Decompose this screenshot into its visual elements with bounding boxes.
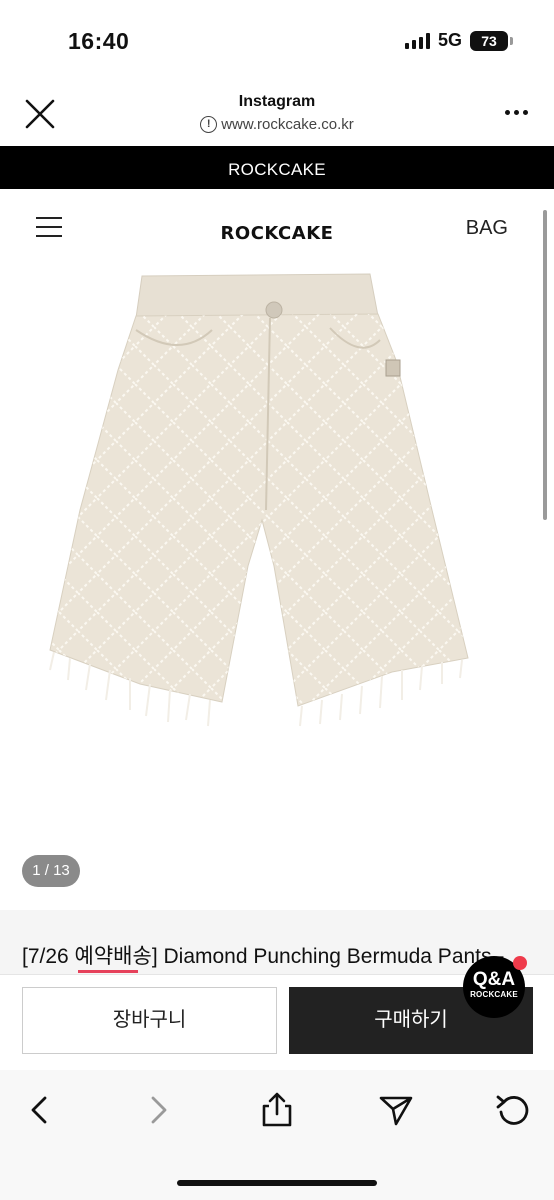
send-icon[interactable]	[376, 1090, 416, 1130]
browser-toolbar	[0, 1070, 554, 1200]
top-banner: ROCKCAKE	[0, 146, 554, 189]
browser-url[interactable]: ! www.rockcake.co.kr	[0, 116, 554, 133]
product-title: [7/26 예약배송] Diamond Punching Bermuda Pan…	[22, 945, 505, 968]
add-to-cart-button[interactable]: 장바구니	[22, 987, 277, 1054]
back-icon[interactable]	[20, 1090, 60, 1130]
bag-link[interactable]: BAG	[466, 217, 508, 240]
status-bar: 16:40 5G 73	[0, 0, 554, 82]
browser-header: Instagram ! www.rockcake.co.kr	[0, 82, 554, 146]
product-image[interactable]	[40, 270, 510, 730]
network-type: 5G	[437, 30, 462, 50]
url-text: www.rockcake.co.kr	[221, 116, 354, 133]
status-indicators: 5G 73	[404, 30, 513, 51]
battery-icon: 73	[470, 30, 513, 51]
signal-icon	[404, 32, 430, 49]
status-time: 16:40	[68, 28, 130, 54]
qa-button[interactable]: Q&A ROCKCAKE	[463, 956, 527, 1018]
home-indicator	[177, 1180, 377, 1186]
image-counter: 1 / 13	[22, 855, 80, 887]
forward-icon[interactable]	[138, 1090, 178, 1130]
more-icon[interactable]	[505, 110, 528, 115]
title-accent-underline	[78, 970, 138, 973]
browser-title: Instagram	[238, 93, 316, 110]
notification-dot	[513, 956, 527, 970]
qa-sublabel: ROCKCAKE	[470, 990, 518, 999]
share-icon[interactable]	[257, 1090, 297, 1130]
scrollbar[interactable]	[543, 210, 547, 520]
info-icon: !	[200, 116, 218, 133]
reload-icon[interactable]	[494, 1090, 534, 1130]
site-nav: ROCKCAKE BAG	[0, 189, 554, 269]
qa-label: Q&A	[472, 969, 516, 990]
